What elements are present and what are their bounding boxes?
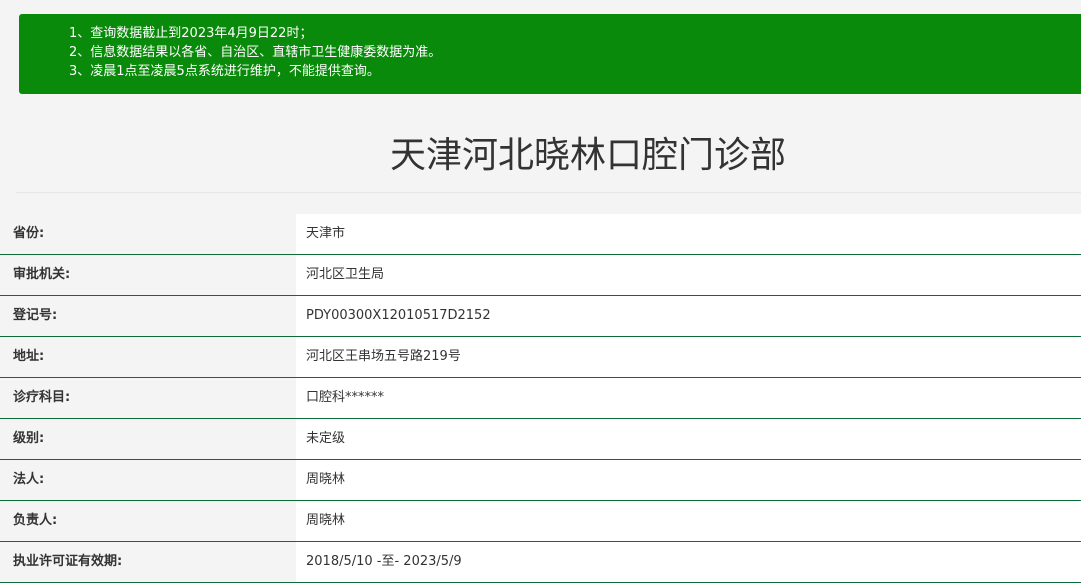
row-value: 河北区卫生局 [296,255,1081,295]
notice-line: 3、凌晨1点至凌晨5点系统进行维护，不能提供查询。 [69,64,380,79]
info-row-departments: 诊疗科目: 口腔科****** [0,378,1081,419]
notice-line: 1、查询数据截止到2023年4月9日22时； [69,26,313,41]
info-row-level: 级别: 未定级 [0,419,1081,460]
row-value: 口腔科****** [296,378,1081,418]
row-label: 省份: [0,214,296,254]
row-label: 法人: [0,460,296,500]
info-row-approval-authority: 审批机关: 河北区卫生局 [0,255,1081,296]
notice-banner: 1、查询数据截止到2023年4月9日22时； 2、信息数据结果以各省、自治区、直… [19,14,1081,94]
info-row-license-validity: 执业许可证有效期: 2018/5/10 -至- 2023/5/9 [0,542,1081,583]
info-row-address: 地址: 河北区王串场五号路219号 [0,337,1081,378]
info-table: 省份: 天津市 审批机关: 河北区卫生局 登记号: PDY00300X12010… [0,214,1081,583]
row-value: 周晓林 [296,460,1081,500]
row-value: PDY00300X12010517D2152 [296,296,1081,336]
row-value: 周晓林 [296,501,1081,541]
row-label: 诊疗科目: [0,378,296,418]
info-row-person-in-charge: 负责人: 周晓林 [0,501,1081,542]
row-value: 天津市 [296,214,1081,254]
row-label: 执业许可证有效期: [0,542,296,582]
row-value: 未定级 [296,419,1081,459]
title-divider [16,192,1081,193]
row-label: 登记号: [0,296,296,336]
info-row-registration-number: 登记号: PDY00300X12010517D2152 [0,296,1081,337]
row-label: 级别: [0,419,296,459]
page-title: 天津河北晓林口腔门诊部 [389,135,786,176]
row-label: 审批机关: [0,255,296,295]
row-value: 2018/5/10 -至- 2023/5/9 [296,542,1081,582]
notice-line: 2、信息数据结果以各省、自治区、直辖市卫生健康委数据为准。 [69,45,442,60]
info-row-province: 省份: 天津市 [0,214,1081,255]
row-value: 河北区王串场五号路219号 [296,337,1081,377]
row-label: 负责人: [0,501,296,541]
row-label: 地址: [0,337,296,377]
info-row-legal-person: 法人: 周晓林 [0,460,1081,501]
